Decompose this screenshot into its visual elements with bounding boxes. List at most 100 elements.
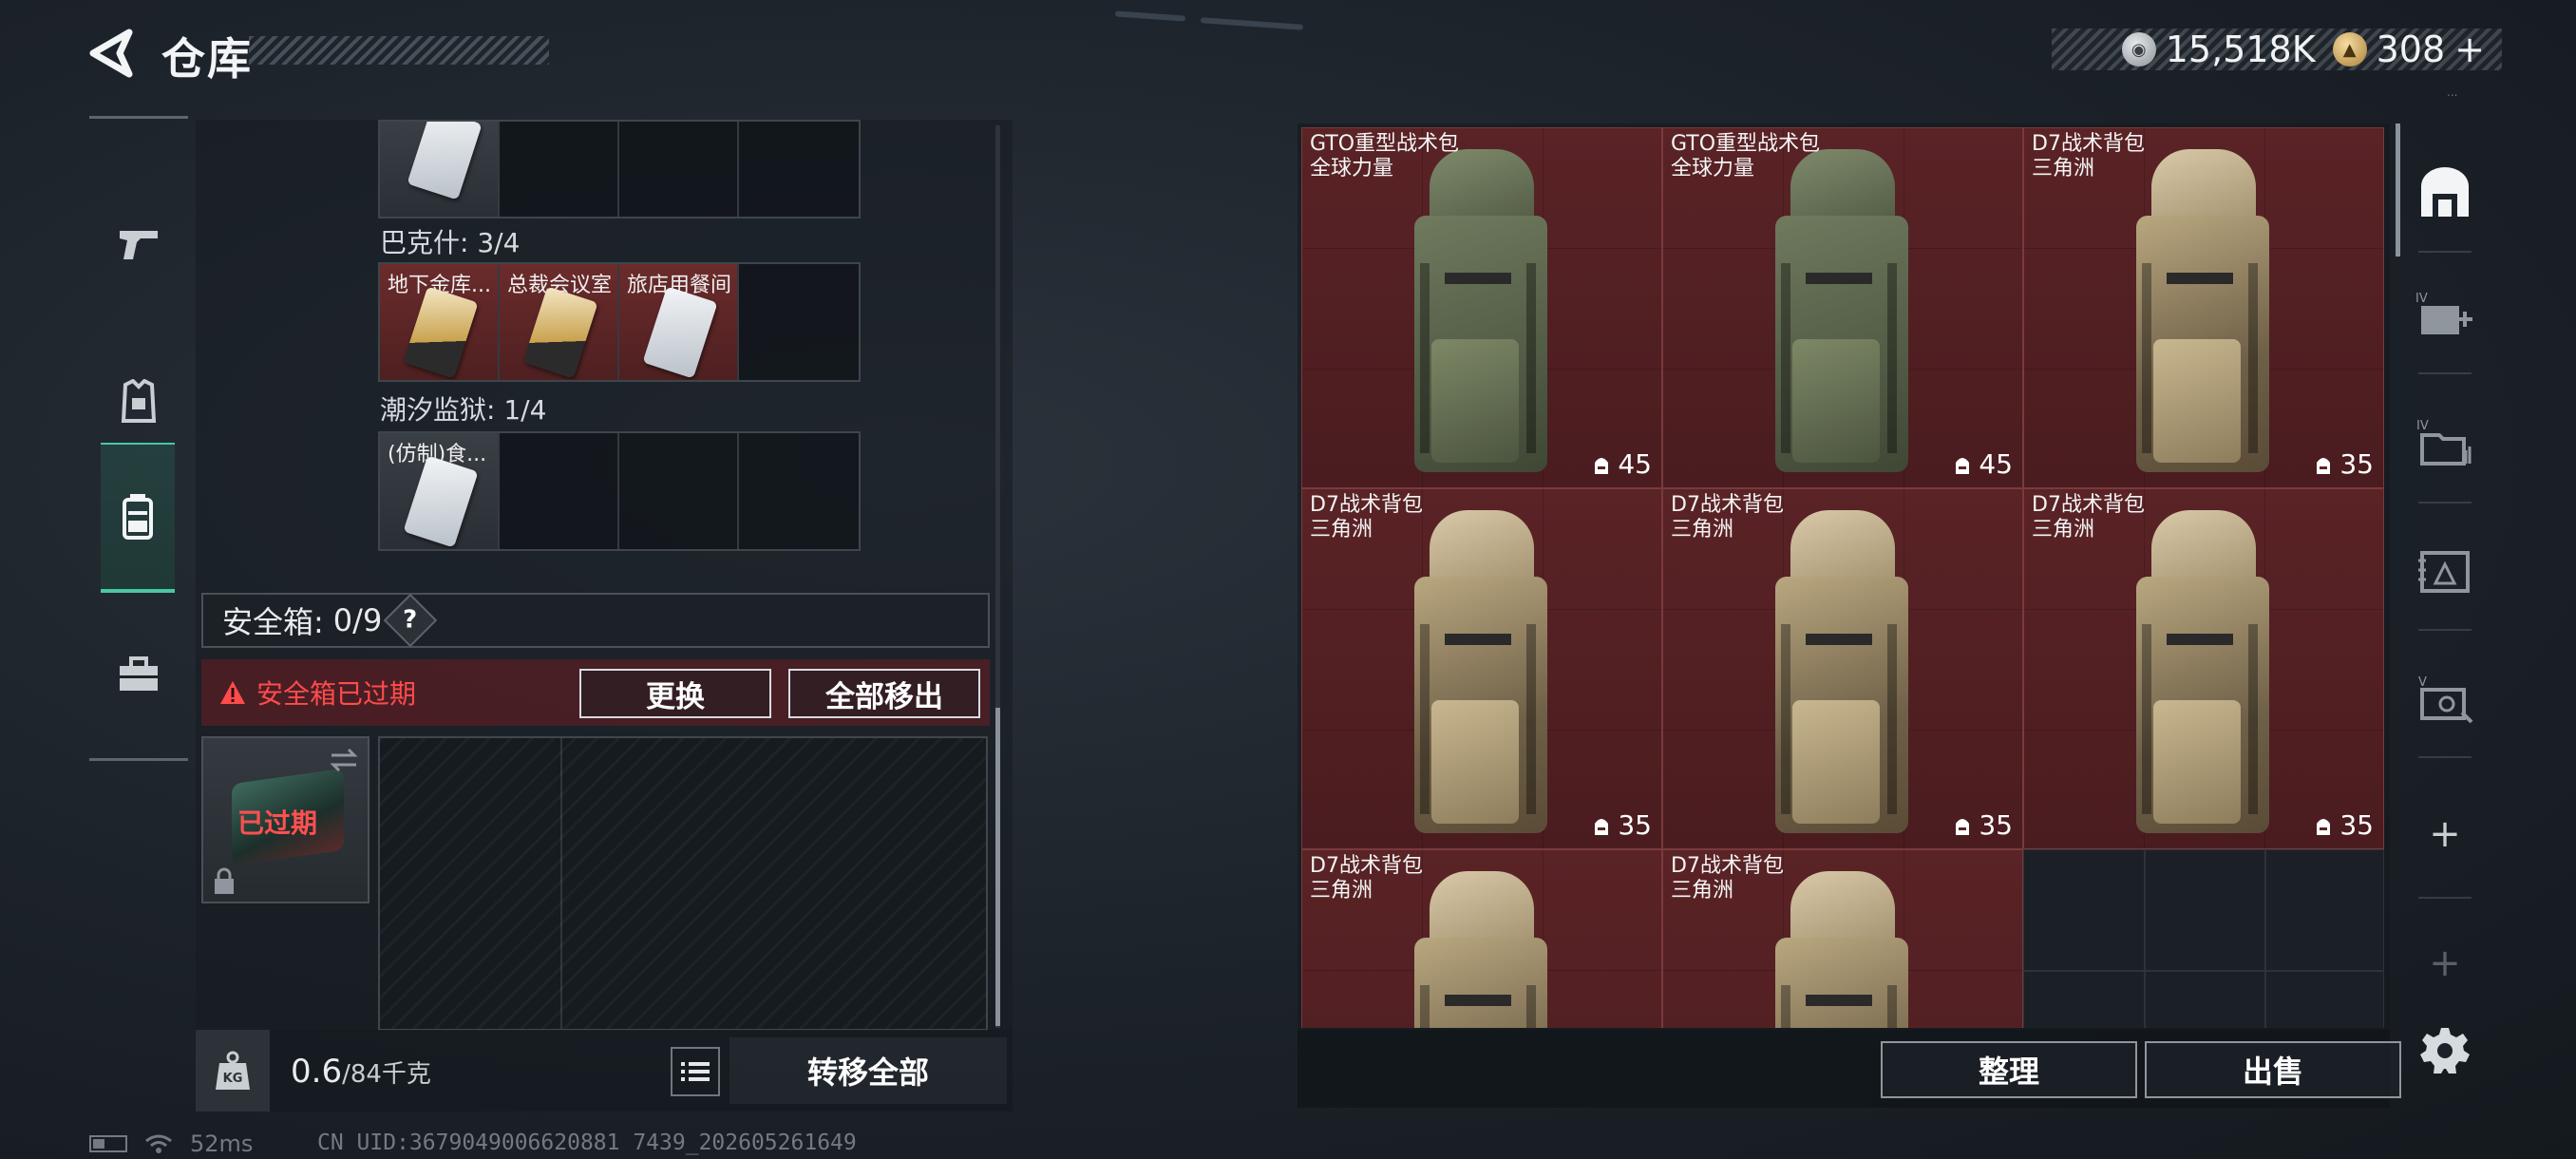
storage-item-name: D7战术背包 三角洲 (2032, 132, 2145, 181)
item-title: D7战术背包 (1310, 493, 1423, 517)
pistol-icon (120, 231, 158, 259)
backpack-item-icon (1768, 510, 1910, 843)
move-all-out-button[interactable]: 全部移出 (788, 669, 980, 718)
item-title: D7战术背包 (1671, 493, 1784, 517)
expand-storage-button[interactable]: IV (2415, 285, 2475, 346)
silver-currency[interactable]: ◉ 15,518K (2121, 28, 2316, 70)
help-button[interactable]: ? (384, 593, 438, 648)
svg-text:IV: IV (2416, 419, 2429, 433)
key-slot[interactable]: (仿制)食... (380, 433, 500, 549)
sell-button[interactable]: 出售 (2145, 1041, 2401, 1098)
capacity-icon (1595, 818, 1609, 835)
key-slot[interactable]: 地下金库... (380, 264, 500, 380)
storage-scrollbar-thumb[interactable] (2396, 124, 2400, 256)
item-subtitle: 三角洲 (2032, 157, 2095, 180)
add-icon: + (2429, 812, 2461, 856)
silver-coin-icon: ◉ (2121, 32, 2156, 66)
add-currency-button[interactable]: + (2454, 28, 2485, 70)
armor-vest-icon (121, 379, 157, 423)
storage-item[interactable]: D7战术背包 三角洲 (1301, 849, 1662, 1028)
inventory-scrollbar-thumb[interactable] (995, 708, 1000, 1026)
storage-item-name: D7战术背包 三角洲 (1310, 854, 1423, 903)
replace-button[interactable]: 更换 (579, 669, 771, 718)
settings-icon (2420, 1028, 2470, 1074)
storage-item-grid: GTO重型战术包 全球力量 45 GTO重型战术包 全球力量 45 D7战术背包 三角洲 35 D… (1301, 127, 2384, 1028)
storage-item-name: D7战术背包 三角洲 (1310, 493, 1423, 542)
weight-bar: KG 0.6/84千克 转移全部 (196, 1030, 1013, 1112)
backpack-icon (123, 494, 153, 540)
empty-key-slot[interactable] (619, 122, 739, 217)
gold-currency-value: 308 (2376, 28, 2446, 70)
toolbar-separator (2418, 502, 2472, 504)
toolbox-icon (120, 656, 158, 691)
toolbar-separator (2418, 372, 2472, 374)
safebox-count: 0/9 (332, 602, 383, 638)
toolbar-separator (2418, 251, 2472, 253)
version-tag: ... (2447, 86, 2458, 99)
toolbar-separator (2418, 756, 2472, 758)
storage-item-name: D7战术背包 三角洲 (2032, 493, 2145, 542)
key-slot-row: (仿制)食... (378, 431, 861, 551)
tab-weapons[interactable] (101, 173, 177, 315)
background-streak (1200, 17, 1304, 30)
item-subtitle: 三角洲 (2032, 518, 2095, 542)
toolbar-separator (2418, 897, 2472, 899)
empty-key-slot[interactable] (500, 122, 619, 217)
lock-icon (215, 867, 234, 894)
sort-button[interactable]: 整理 (1881, 1041, 2137, 1098)
item-subtitle: 三角洲 (1310, 879, 1373, 902)
item-capacity: 35 (1591, 809, 1652, 841)
storage-item[interactable]: D7战术背包 三角洲 35 (1662, 488, 2023, 849)
map-key-section-label: 潮汐监狱: 1/4 (380, 394, 547, 426)
storage-item-name: D7战术背包 三角洲 (1671, 493, 1784, 542)
storage-item[interactable]: GTO重型战术包 全球力量 45 (1662, 127, 2023, 488)
ticket-button[interactable]: V (2415, 669, 2475, 730)
empty-key-slot[interactable] (739, 122, 859, 217)
background-streak (1114, 10, 1186, 22)
key-slot[interactable]: 旅店用餐间 (619, 264, 739, 380)
map-key-section-label: 巴克什: 3/4 (380, 227, 521, 258)
backpack-item-icon (1768, 149, 1910, 482)
gold-currency[interactable]: ▲ 308 + (2332, 28, 2485, 70)
item-capacity-value: 35 (1618, 809, 1652, 841)
tab-tools[interactable] (101, 604, 177, 747)
map-button[interactable] (2415, 542, 2475, 602)
weight-readout: 0.6/84千克 (291, 1053, 431, 1091)
storage-item-name: GTO重型战术包 全球力量 (1310, 132, 1459, 181)
empty-key-slot[interactable] (739, 264, 859, 380)
backpack-item-icon (1407, 510, 1549, 843)
tab-backpacks[interactable] (101, 443, 175, 593)
settings-button[interactable] (2415, 1020, 2475, 1081)
folder-button[interactable]: IV (2415, 412, 2475, 473)
add-button[interactable]: + (2415, 804, 2475, 864)
empty-storage-slot[interactable] (2023, 849, 2384, 1028)
safebox-case-slot[interactable]: 已过期 (201, 736, 369, 903)
item-capacity: 45 (1591, 448, 1652, 480)
toolbar-separator (2418, 629, 2472, 631)
storage-home-button[interactable] (2415, 162, 2475, 222)
item-title: GTO重型战术包 (1310, 132, 1460, 156)
empty-key-slot[interactable] (619, 433, 739, 549)
empty-key-slot[interactable] (739, 433, 859, 549)
storage-item[interactable]: GTO重型战术包 全球力量 45 (1301, 127, 1662, 488)
tabs-rail-bottom (89, 758, 188, 761)
item-capacity-value: 35 (2339, 448, 2374, 480)
storage-item[interactable]: D7战术背包 三角洲 35 (1301, 488, 1662, 849)
safebox-grid[interactable] (378, 736, 988, 1031)
safebox-header: 安全箱: 0/9 ? (201, 593, 990, 648)
empty-key-slot[interactable] (500, 433, 619, 549)
storage-item[interactable]: D7战术背包 三角洲 35 (2023, 488, 2384, 849)
storage-item[interactable]: D7战术背包 三角洲 35 (2023, 127, 2384, 488)
key-slot[interactable] (380, 122, 500, 217)
transfer-all-button[interactable]: 转移全部 (729, 1037, 1007, 1104)
back-button[interactable] (82, 25, 139, 82)
storage-item[interactable]: D7战术背包 三角洲 (1662, 849, 2023, 1028)
player-uid: CN UID:3679049006620881 7439_20260526164… (317, 1130, 857, 1155)
storage-item-name: D7战术背包 三角洲 (1671, 854, 1784, 903)
keycard-icon (403, 455, 479, 548)
capacity-icon (1956, 818, 1970, 835)
key-slot[interactable]: 总裁会议室 (500, 264, 619, 380)
tabs-rail-top (89, 116, 188, 119)
storage-item-name: GTO重型战术包 全球力量 (1671, 132, 1820, 181)
list-view-button[interactable] (671, 1047, 720, 1096)
